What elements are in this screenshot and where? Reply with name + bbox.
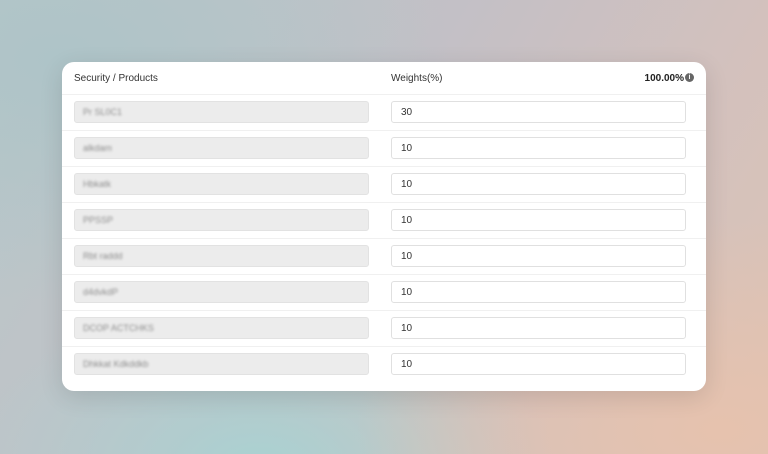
security-products-header: Security / Products	[74, 73, 158, 84]
weight-input[interactable]	[391, 353, 686, 375]
weight-input[interactable]	[391, 101, 686, 123]
weight-input[interactable]	[391, 209, 686, 231]
table-row: DCOP ACTCHKS	[62, 310, 706, 347]
table-row: PPSSP	[62, 202, 706, 239]
info-icon[interactable]: i	[685, 73, 694, 82]
table-header: Security / Products Weights(%) 100.00% i	[62, 62, 706, 94]
product-field[interactable]: alkdam	[74, 137, 369, 159]
table-row: d4dvkdP	[62, 274, 706, 311]
product-field[interactable]: PPSSP	[74, 209, 369, 231]
weight-input[interactable]	[391, 173, 686, 195]
weight-input[interactable]	[391, 137, 686, 159]
weights-card: Security / Products Weights(%) 100.00% i…	[62, 62, 706, 391]
table-row: Hbkatk	[62, 166, 706, 203]
product-field[interactable]: d4dvkdP	[74, 281, 369, 303]
table-row: Pr SL0C1	[62, 94, 706, 131]
product-name: Hbkatk	[83, 179, 112, 189]
product-field[interactable]: DCOP ACTCHKS	[74, 317, 369, 339]
product-name: Rbt raddd	[83, 251, 123, 261]
table-row: Rbt raddd	[62, 238, 706, 275]
product-field[interactable]: Rbt raddd	[74, 245, 369, 267]
product-name: Pr SL0C1	[83, 107, 123, 117]
table-row: Dhkkat Kdkddkb	[62, 346, 706, 383]
product-name: PPSSP	[83, 215, 114, 225]
product-field[interactable]: Hbkatk	[74, 173, 369, 195]
product-name: DCOP ACTCHKS	[83, 323, 154, 333]
table-row: alkdam	[62, 130, 706, 167]
product-name: d4dvkdP	[83, 287, 119, 297]
weight-input[interactable]	[391, 281, 686, 303]
product-name: alkdam	[83, 143, 113, 153]
product-field[interactable]: Pr SL0C1	[74, 101, 369, 123]
product-name: Dhkkat Kdkddkb	[83, 359, 149, 369]
weights-header: Weights(%)	[391, 73, 443, 84]
product-field[interactable]: Dhkkat Kdkddkb	[74, 353, 369, 375]
weight-input[interactable]	[391, 245, 686, 267]
total-weight: 100.00%	[644, 73, 684, 84]
weight-input[interactable]	[391, 317, 686, 339]
